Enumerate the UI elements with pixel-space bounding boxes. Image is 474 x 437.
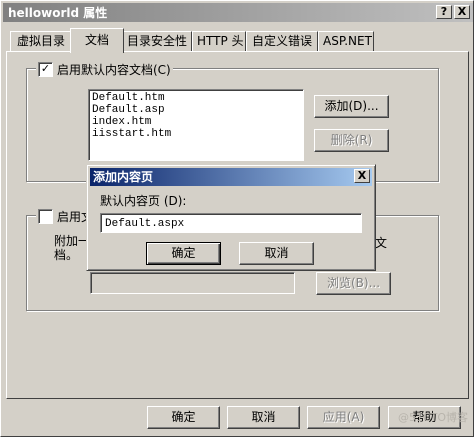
enable-default-docs-label: 启用默认内容文档(C) [57, 62, 171, 77]
title-bar[interactable]: helloworld 属性 ? X [3, 3, 473, 22]
tab-custom-errors[interactable]: 自定义错误 [246, 31, 318, 52]
footer-description: 附加一 档。 [54, 234, 90, 262]
help-button[interactable]: ? [436, 5, 452, 19]
list-item[interactable]: index.htm [92, 116, 300, 128]
tab-directory-security[interactable]: 目录安全性 [122, 31, 192, 52]
enable-default-docs-checkbox[interactable]: ✓ [38, 62, 53, 77]
tab-virtual-directory[interactable]: 虚拟目录 [10, 31, 72, 52]
add-content-page-dialog: 添加内容页 X 默认内容页 (D): Default.aspx 确定 取消 [86, 164, 376, 271]
list-item[interactable]: Default.htm [92, 92, 300, 104]
enable-footer-checkbox[interactable] [38, 209, 53, 224]
tab-http-headers[interactable]: HTTP 头 [192, 31, 246, 52]
list-item[interactable]: Default.asp [92, 104, 300, 116]
footer-description-line2: 档。 [54, 248, 79, 262]
ok-button[interactable]: 确定 [147, 406, 220, 429]
window-title: helloworld 属性 [8, 6, 108, 20]
default-docs-header: ✓ 启用默认内容文档(C) [36, 62, 173, 77]
footer-description-right: 文 [375, 236, 388, 250]
remove-button[interactable]: 删除(R) [314, 129, 389, 152]
dialog-title: 添加内容页 [93, 170, 154, 184]
footer-description-line1: 附加一 [54, 234, 91, 248]
dialog-cancel-button[interactable]: 取消 [239, 242, 314, 265]
dialog-ok-button[interactable]: 确定 [146, 242, 221, 265]
tab-aspnet[interactable]: ASP.NET [318, 31, 374, 52]
dialog-close-button[interactable]: X [354, 169, 370, 183]
watermark: @51CTO博客 [397, 411, 468, 424]
dialog-title-bar[interactable]: 添加内容页 X [90, 168, 372, 186]
list-item[interactable]: iisstart.htm [92, 128, 300, 140]
tab-documents[interactable]: 文档 [70, 28, 124, 53]
apply-button[interactable]: 应用(A) [307, 406, 380, 429]
add-button[interactable]: 添加(D)... [314, 95, 389, 118]
footer-file-field[interactable] [90, 272, 295, 294]
dialog-field-label: 默认内容页 (D): [100, 194, 187, 208]
default-docs-list[interactable]: Default.htm Default.asp index.htm iissta… [88, 89, 304, 161]
browse-button[interactable]: 浏览(B)... [316, 272, 391, 295]
default-page-input[interactable]: Default.aspx [100, 213, 362, 233]
cancel-button[interactable]: 取消 [227, 406, 300, 429]
close-button[interactable]: X [454, 5, 470, 19]
